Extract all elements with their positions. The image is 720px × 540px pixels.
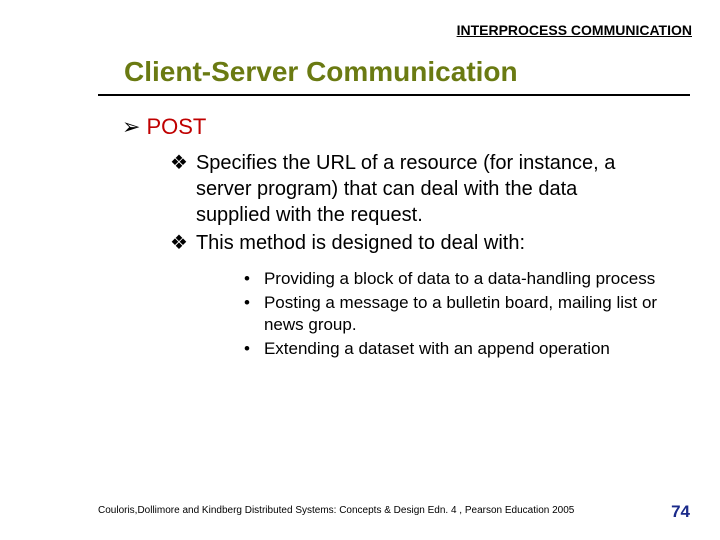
bullet-level3-group: • Providing a block of data to a data-ha… xyxy=(244,268,680,360)
arrow-icon: ➢ xyxy=(122,114,140,140)
bullet-level2: ❖ Specifies the URL of a resource (for i… xyxy=(170,150,680,228)
title-block: Client-Server Communication xyxy=(98,56,690,96)
slide-title: Client-Server Communication xyxy=(124,56,690,88)
dot-icon: • xyxy=(244,292,250,314)
bullet-level3: • Providing a block of data to a data-ha… xyxy=(244,268,680,290)
bullet-l3-text: Extending a dataset with an append opera… xyxy=(264,338,610,360)
bullet-l2-text: This method is designed to deal with: xyxy=(196,230,525,256)
slide-content: ➢ POST ❖ Specifies the URL of a resource… xyxy=(122,114,680,362)
bullet-level2: ❖ This method is designed to deal with: xyxy=(170,230,680,256)
chapter-header: INTERPROCESS COMMUNICATION xyxy=(457,22,692,38)
dot-icon: • xyxy=(244,268,250,290)
diamond-icon: ❖ xyxy=(170,150,188,176)
footer-citation: Couloris,Dollimore and Kindberg Distribu… xyxy=(98,505,574,516)
bullet-level3: • Posting a message to a bulletin board,… xyxy=(244,292,680,336)
diamond-icon: ❖ xyxy=(170,230,188,256)
bullet-l2-text: Specifies the URL of a resource (for ins… xyxy=(196,150,616,228)
page-number: 74 xyxy=(671,502,690,522)
dot-icon: • xyxy=(244,338,250,360)
title-rule xyxy=(98,94,690,96)
bullet-level1: ➢ POST xyxy=(122,114,680,140)
bullet-l3-text: Posting a message to a bulletin board, m… xyxy=(264,292,664,336)
bullet-level2-group: ❖ Specifies the URL of a resource (for i… xyxy=(170,150,680,360)
bullet-l3-text: Providing a block of data to a data-hand… xyxy=(264,268,655,290)
bullet-l1-text: POST xyxy=(146,114,206,140)
bullet-level3: • Extending a dataset with an append ope… xyxy=(244,338,680,360)
